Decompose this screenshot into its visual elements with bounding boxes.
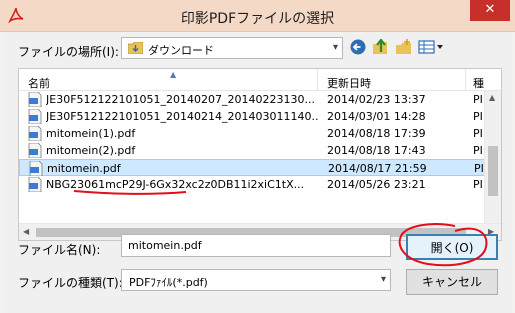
view-menu-icon[interactable] [418,39,444,55]
pdf-file-icon [28,143,42,158]
chevron-down-icon[interactable]: ▾ [333,42,338,53]
back-icon[interactable] [349,39,367,55]
column-header-type[interactable]: 種 [473,75,484,91]
filetype-select[interactable]: PDFﾌｧｲﾙ(*.pdf) ▾ [121,269,391,291]
file-name: JE30F512122101051_20140207_20140223130..… [46,93,315,106]
filename-label: ファイル名(N): [18,243,101,257]
file-name: JE30F512122101051_20140214_201403011140.… [46,110,318,123]
file-row[interactable]: mitomein(2).pdf 2014/08/18 17:43 PI [19,142,485,159]
close-button[interactable]: ✕ [470,0,510,21]
file-rows: JE30F512122101051_20140207_20140223130..… [19,91,485,193]
cancel-button[interactable]: キャンセル [406,269,498,295]
vertical-scrollbar[interactable]: ▲ [484,91,501,224]
file-row[interactable]: JE30F512122101051_20140207_20140223130..… [19,91,485,108]
filename-input[interactable]: mitomein.pdf [121,234,391,257]
file-name: mitomein.pdf [47,162,121,175]
file-list-header: 名前 更新日時 種 [19,69,503,91]
file-name: mitomein(1).pdf [46,127,136,140]
pdf-file-icon [28,177,42,192]
file-name: mitomein(2).pdf [46,144,136,157]
file-name: NBG23061mcP29J-6Gx32xc2z0DB11i2xiC1tX... [46,178,305,191]
file-row[interactable]: mitomein(1).pdf 2014/08/18 17:39 PI [19,125,485,142]
scroll-left-icon[interactable]: ◀ [23,227,29,236]
location-label: ファイルの場所(I): [18,45,119,59]
file-row[interactable]: NBG23061mcP29J-6Gx32xc2z0DB11i2xiC1tX...… [19,176,485,193]
column-divider[interactable] [317,69,318,91]
new-folder-icon[interactable] [395,39,413,55]
file-date: 2014/02/23 13:37 [327,93,426,106]
filetype-value: PDFﾌｧｲﾙ(*.pdf) [129,276,208,289]
file-date: 2014/08/18 17:39 [327,127,426,140]
vertical-scroll-thumb[interactable] [488,146,498,196]
file-date: 2014/08/17 21:59 [328,162,427,175]
file-list[interactable]: ▲ 名前 更新日時 種 JE30F512122101051_20140207_2… [18,68,503,241]
location-value: ダウンロード [148,44,214,57]
scroll-up-icon[interactable]: ▲ [489,93,495,102]
title-bar: 印影PDFファイルの選択 ✕ [0,0,515,32]
pdf-file-icon [28,92,42,107]
column-header-date[interactable]: 更新日時 [327,75,371,91]
chevron-down-icon[interactable]: ▾ [381,274,386,285]
open-button[interactable]: 開く(O) [406,234,498,260]
window-title: 印影PDFファイルの選択 [180,11,335,27]
dialog-body: ファイルの場所(I): ダウンロード ▾ ▲ 名前 更新日時 種 JE30F51… [3,33,512,313]
column-divider[interactable] [465,69,466,91]
file-row-selected[interactable]: mitomein.pdf 2014/08/17 21:59 PI [19,159,485,176]
file-date: 2014/05/26 23:21 [327,178,426,191]
filetype-label: ファイルの種類(T): [18,276,123,290]
location-combo[interactable]: ダウンロード ▾ [121,37,343,59]
up-folder-icon[interactable] [372,39,390,55]
file-date: 2014/08/18 17:43 [327,144,426,157]
pdf-file-icon [28,126,42,141]
file-row[interactable]: JE30F512122101051_20140214_201403011140.… [19,108,485,125]
pdf-file-icon [29,161,43,176]
file-date: 2014/03/01 14:28 [327,110,426,123]
downloads-folder-icon [128,42,143,54]
pdf-file-icon [28,109,42,124]
column-header-name[interactable]: 名前 [28,75,50,91]
